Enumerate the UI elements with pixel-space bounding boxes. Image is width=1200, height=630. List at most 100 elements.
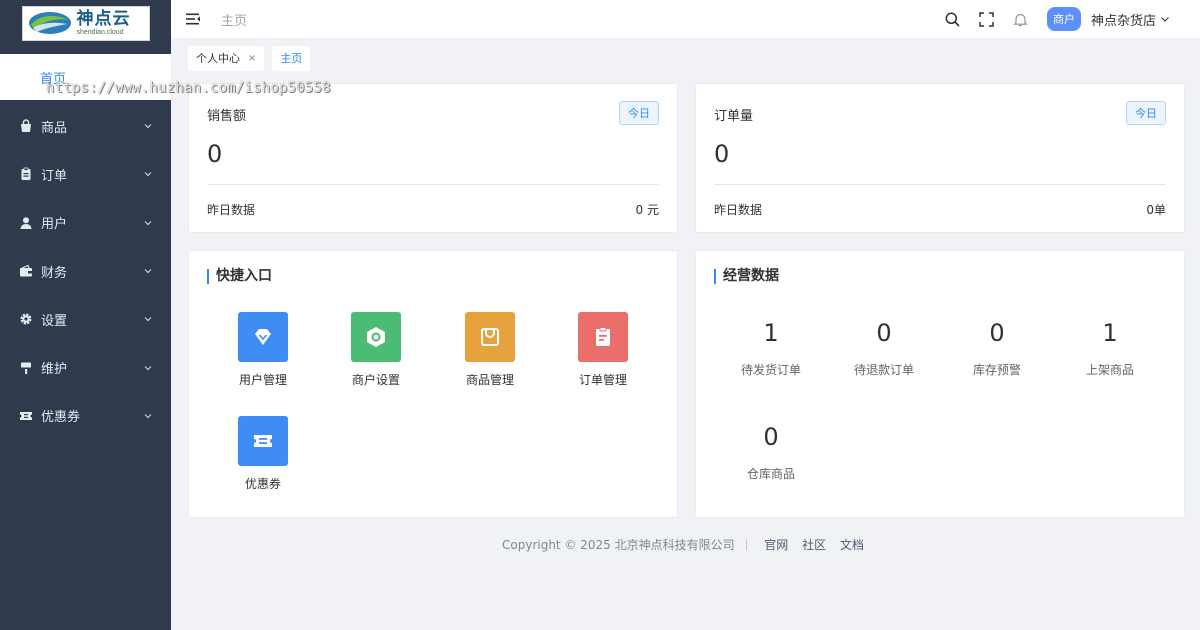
- sidebar-item-label: 用户: [41, 217, 68, 233]
- chevron-down-icon: [144, 317, 152, 322]
- diamond-icon: [238, 312, 288, 362]
- sidebar-item-finance[interactable]: 财务: [0, 247, 171, 295]
- biz-value: 1: [1102, 319, 1118, 347]
- panel-title: 经营数据: [714, 269, 779, 284]
- chevron-down-icon: [144, 413, 152, 419]
- tab-home[interactable]: 主页: [272, 45, 311, 71]
- quick-coupons[interactable]: 优惠券: [218, 416, 308, 492]
- chevron-down-icon: [144, 365, 152, 370]
- breadcrumb[interactable]: 主页: [221, 10, 247, 29]
- logo[interactable]: 神点云 shendian.cloud: [21, 5, 150, 41]
- sidebar-item-label: 维护: [41, 362, 68, 378]
- sidebar-item-label: 商品: [41, 120, 68, 136]
- shopping-bag-icon: [19, 119, 33, 133]
- store-name-dropdown[interactable]: 神点杂货店: [1091, 10, 1156, 29]
- menu-collapse-icon[interactable]: [185, 11, 201, 27]
- business-data-panel: 经营数据 1 待发货订单 0 待退款订单 0 库存预警 1 上架商品 0 仓库商…: [695, 250, 1185, 518]
- biz-warehouse-goods[interactable]: 0 仓库商品: [716, 423, 826, 482]
- sidebar-item-settings[interactable]: 设置: [0, 295, 171, 343]
- sidebar-item-home[interactable]: 首页: [0, 54, 171, 100]
- logo-area: 神点云 shendian.cloud: [0, 0, 171, 46]
- sidebar: 神点云 shendian.cloud 首页 商品 订单 用户 财务 设置 维护 …: [0, 0, 171, 630]
- stat-value: 0: [714, 140, 730, 168]
- wallet-icon: [19, 264, 33, 278]
- biz-value: 0: [876, 319, 892, 347]
- fullscreen-icon[interactable]: [979, 11, 995, 27]
- sidebar-item-maintenance[interactable]: 维护: [0, 343, 171, 391]
- divider: [207, 184, 659, 185]
- stat-foot-value: 0单: [1146, 203, 1166, 217]
- stat-foot-label: 昨日数据: [207, 203, 256, 217]
- tab-profile[interactable]: 个人中心 ×: [188, 45, 265, 71]
- quick-label: 订单管理: [578, 373, 627, 387]
- stat-foot-value: 0 元: [635, 203, 659, 217]
- biz-label: 仓库商品: [746, 467, 795, 481]
- biz-pending-refund[interactable]: 0 待退款订单: [829, 319, 939, 378]
- sidebar-item-label: 财务: [41, 265, 68, 281]
- sidebar-menu: 商品 订单 用户 财务 设置 维护 优惠券: [0, 102, 171, 440]
- quick-label: 优惠券: [244, 477, 281, 491]
- biz-stock-warning[interactable]: 0 库存预警: [942, 319, 1052, 378]
- footer-link-community[interactable]: 社区: [802, 538, 826, 552]
- bell-icon[interactable]: [1013, 11, 1029, 27]
- clipboard-icon: [578, 312, 628, 362]
- today-badge: 今日: [1126, 101, 1166, 125]
- quick-label: 用户管理: [238, 373, 287, 387]
- chevron-down-icon[interactable]: [1160, 14, 1170, 24]
- divider: [714, 184, 1166, 185]
- footer: Copyright © 2025 北京神点科技有限公司 官网 社区 文档: [171, 536, 1200, 553]
- coupon-icon: [19, 409, 33, 423]
- sales-card: 销售额 今日 0 昨日数据 0 元: [188, 83, 678, 233]
- quick-merchant-settings[interactable]: 商户设置: [331, 312, 421, 388]
- biz-pending-shipment[interactable]: 1 待发货订单: [716, 319, 826, 378]
- sidebar-item-users[interactable]: 用户: [0, 199, 171, 247]
- chevron-down-icon: [144, 269, 152, 274]
- top-right-actions: 商户 神点杂货店: [927, 0, 1170, 38]
- sidebar-item-label: 订单: [41, 168, 68, 184]
- panel-title: 快捷入口: [207, 269, 272, 284]
- quick-order-management[interactable]: 订单管理: [558, 312, 648, 388]
- sidebar-item-goods[interactable]: 商品: [0, 102, 171, 150]
- quick-label: 商品管理: [465, 373, 514, 387]
- role-badge: 商户: [1046, 7, 1081, 31]
- quick-goods-management[interactable]: 商品管理: [445, 312, 535, 388]
- stat-title: 订单量: [714, 109, 754, 124]
- page-tabs: 个人中心 × 主页: [171, 38, 1200, 78]
- sidebar-item-coupons[interactable]: 优惠券: [0, 392, 171, 440]
- today-badge: 今日: [619, 101, 659, 125]
- copyright: Copyright © 2025 北京神点科技有限公司: [502, 538, 735, 552]
- close-icon[interactable]: ×: [248, 53, 256, 64]
- logo-mark-icon: [28, 12, 71, 34]
- stat-title: 销售额: [207, 109, 247, 124]
- sidebar-item-label: 设置: [41, 313, 68, 329]
- biz-value: 1: [763, 319, 779, 347]
- top-bar: 主页 商户 神点杂货店: [171, 0, 1200, 38]
- stat-value: 0: [207, 140, 223, 168]
- footer-link-official[interactable]: 官网: [764, 538, 788, 552]
- biz-label: 待发货订单: [740, 363, 801, 377]
- gear-icon: [19, 312, 33, 326]
- footer-link-docs[interactable]: 文档: [840, 538, 864, 552]
- bag-icon: [465, 312, 515, 362]
- biz-listed-goods[interactable]: 1 上架商品: [1055, 319, 1165, 378]
- quick-label: 商户设置: [351, 373, 400, 387]
- logo-text: 神点云 shendian.cloud: [77, 10, 131, 37]
- biz-label: 待退款订单: [853, 363, 914, 377]
- chevron-down-icon: [144, 220, 152, 226]
- quick-user-management[interactable]: 用户管理: [218, 312, 308, 388]
- ticket-icon: [238, 416, 288, 466]
- stat-foot-label: 昨日数据: [714, 203, 763, 217]
- user-icon: [19, 216, 33, 230]
- chevron-down-icon: [144, 172, 152, 177]
- search-icon[interactable]: [945, 11, 961, 27]
- sidebar-item-label: 优惠券: [41, 410, 81, 426]
- biz-label: 上架商品: [1085, 363, 1134, 377]
- biz-value: 0: [763, 423, 779, 451]
- quick-entry-panel: 快捷入口 用户管理 商户设置 商品管理 订单管理 优惠券: [188, 250, 678, 518]
- tab-label: 个人中心: [196, 52, 240, 65]
- biz-value: 0: [989, 319, 1005, 347]
- divider: [746, 539, 748, 550]
- logo-text-en: shendian.cloud: [76, 28, 124, 36]
- hexagon-icon: [351, 312, 401, 362]
- sidebar-item-orders[interactable]: 订单: [0, 150, 171, 198]
